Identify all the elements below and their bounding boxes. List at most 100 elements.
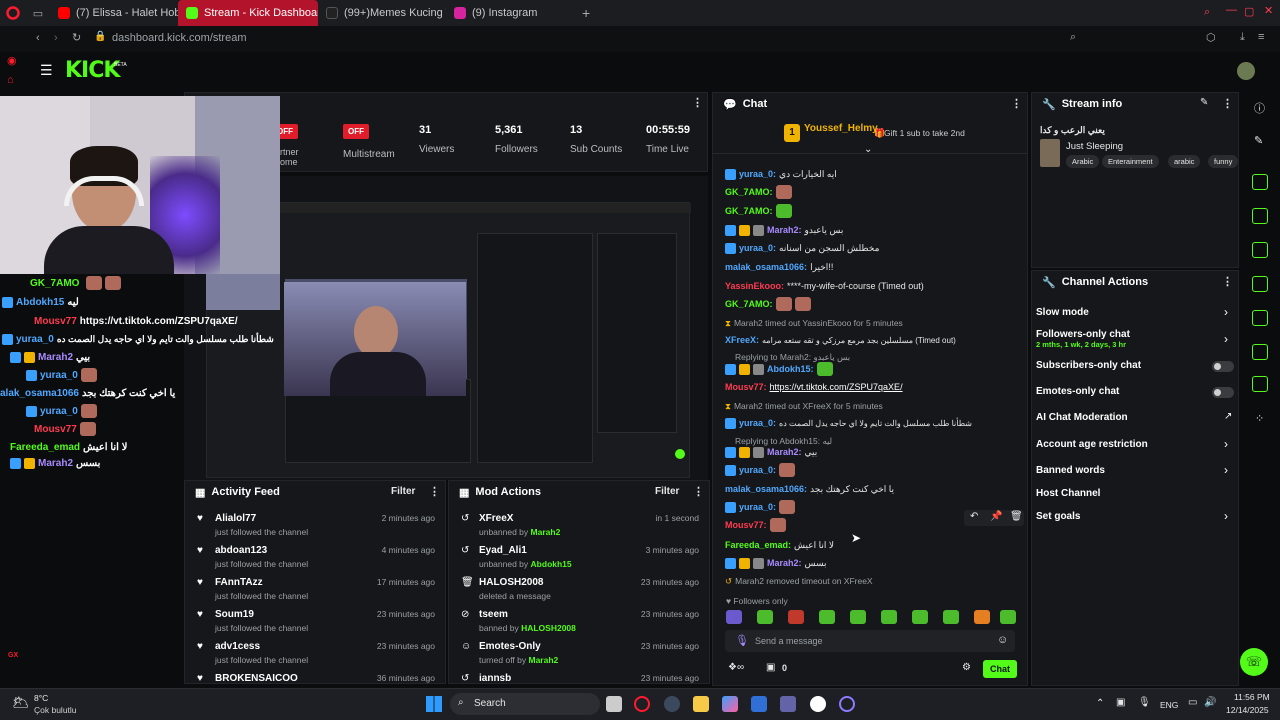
back-icon[interactable]: ‹	[36, 32, 40, 44]
tab-memes[interactable]: (99+)Memes Kucing Terk	[318, 0, 446, 26]
external-link-icon[interactable]: ↗	[1224, 411, 1232, 422]
set-goals-label[interactable]: Set goals	[1036, 511, 1080, 522]
kick-logo[interactable]: KICK	[65, 58, 120, 83]
chevron-right-icon[interactable]: ›	[1224, 332, 1228, 346]
chevron-right-icon[interactable]: ›	[1224, 305, 1228, 319]
rail-bolt-icon[interactable]	[1252, 208, 1268, 224]
tab-overview-icon[interactable]: ▭	[26, 7, 50, 20]
multistream-off-badge[interactable]: OFF	[343, 124, 369, 139]
maximize-icon[interactable]: ▢	[1244, 5, 1254, 18]
mod-more-icon[interactable]: ⋮	[693, 485, 704, 498]
rail-document-icon[interactable]	[1252, 242, 1268, 258]
rail-link-icon[interactable]	[1252, 310, 1268, 326]
info-icon[interactable]: ⓘ	[1254, 100, 1265, 116]
edit-stream-icon[interactable]: ✎	[1200, 97, 1208, 108]
chat-settings-icon[interactable]: ⚙	[962, 662, 971, 673]
reload-icon[interactable]: ↻	[72, 31, 81, 44]
minimize-icon[interactable]: —	[1226, 4, 1237, 16]
stream-info-more-icon[interactable]: ⋮	[1222, 97, 1233, 110]
activity-filter-button[interactable]: Filter	[391, 486, 415, 497]
extensions-icon[interactable]: ⬡	[1206, 31, 1216, 44]
tab-instagram[interactable]: (9) Instagram	[446, 0, 574, 26]
new-tab-icon[interactable]: +	[582, 5, 590, 21]
chat-input[interactable]: 🎙 Send a message ☺	[725, 630, 1015, 652]
language-indicator[interactable]: ENG	[1160, 700, 1178, 710]
network-icon[interactable]: ▭	[1188, 697, 1197, 708]
emote-icon[interactable]	[788, 610, 804, 624]
mic-icon[interactable]: 🎙	[735, 634, 749, 647]
tag-chip[interactable]: Arabic	[1066, 155, 1100, 168]
followers-only-label[interactable]: Followers-only chat	[1036, 329, 1130, 340]
tray-app-icon[interactable]: ▣	[1116, 697, 1125, 708]
close-window-icon[interactable]: ✕	[1264, 4, 1273, 17]
file-explorer-icon[interactable]	[693, 696, 709, 712]
gift-box-icon[interactable]: ▣	[766, 662, 775, 673]
stats-more-icon[interactable]: ⋮	[692, 96, 703, 109]
activity-more-icon[interactable]: ⋮	[429, 485, 440, 498]
emotes-only-label[interactable]: Emotes-only chat	[1036, 386, 1119, 397]
clock-date[interactable]: 12/14/2025	[1226, 705, 1269, 715]
rail-list-icon[interactable]	[1252, 344, 1268, 360]
aria-icon[interactable]: ◉	[7, 54, 17, 67]
account-age-label[interactable]: Account age restriction	[1036, 439, 1148, 450]
pinned-gifter-name[interactable]: Youssef_Helmy	[804, 123, 878, 134]
zoom-icon[interactable]: ⌕	[1070, 31, 1076, 44]
download-icon[interactable]: ⤓	[1240, 31, 1245, 44]
send-chat-button[interactable]: Chat	[983, 660, 1017, 678]
mod-filter-button[interactable]: Filter	[655, 486, 679, 497]
taskbar-search[interactable]: ⌕ Search	[450, 693, 600, 715]
emote-icon[interactable]	[757, 610, 773, 624]
chevron-right-icon[interactable]: ›	[1224, 509, 1228, 523]
emote-icon[interactable]	[974, 610, 990, 624]
music-icon[interactable]	[810, 696, 826, 712]
delete-icon[interactable]: 🗑	[1010, 511, 1023, 522]
gx-corner-icon[interactable]: ⌂	[7, 74, 14, 86]
copilot-icon[interactable]	[722, 696, 738, 712]
reply-icon[interactable]: ↶	[970, 511, 978, 522]
support-chat-button[interactable]: ☏	[1240, 648, 1268, 676]
pin-icon[interactable]: 📌	[990, 511, 1002, 522]
windows-start-icon[interactable]	[426, 696, 442, 712]
emote-icon[interactable]	[912, 610, 928, 624]
search-tabs-icon[interactable]: ⌕	[1204, 6, 1210, 19]
emotes-only-toggle[interactable]	[1212, 387, 1234, 398]
channel-points-icon[interactable]: ❖∞	[728, 662, 744, 673]
ai-moderation-label[interactable]: AI Chat Moderation	[1036, 412, 1128, 423]
tab-kick-dashboard[interactable]: Stream - Kick Dashboard	[178, 0, 318, 26]
tag-chip[interactable]: Enterainment	[1102, 155, 1159, 168]
chevron-right-icon[interactable]: ›	[1224, 437, 1228, 451]
steam-taskbar-icon[interactable]	[664, 696, 680, 712]
menu-icon[interactable]: ≡	[1258, 31, 1264, 43]
volume-icon[interactable]: 🔊	[1204, 697, 1216, 708]
slow-mode-label[interactable]: Slow mode	[1036, 307, 1089, 318]
store-icon[interactable]	[751, 696, 767, 712]
category-name[interactable]: Just Sleeping	[1066, 141, 1123, 152]
channel-actions-more-icon[interactable]: ⋮	[1222, 275, 1233, 288]
hamburger-menu-icon[interactable]: ☰	[40, 62, 53, 79]
app-taskbar-icon[interactable]	[839, 696, 855, 712]
tag-chip[interactable]: funny	[1208, 155, 1239, 168]
rail-chat-icon[interactable]	[1252, 276, 1268, 292]
host-channel-label[interactable]: Host Channel	[1036, 488, 1100, 499]
rail-camera-icon[interactable]	[1252, 174, 1268, 190]
teams-icon[interactable]	[780, 696, 796, 712]
opera-gx-taskbar-icon[interactable]	[634, 696, 650, 712]
collapse-chevron-icon[interactable]: ⌄	[864, 144, 872, 155]
chevron-right-icon[interactable]: ›	[1224, 463, 1228, 477]
url-field[interactable]: dashboard.kick.com/stream	[112, 32, 247, 44]
emote-icon[interactable]	[881, 610, 897, 624]
clock-time[interactable]: 11:56 PM	[1234, 692, 1270, 702]
mic-tray-icon[interactable]: 🎙	[1138, 697, 1151, 708]
subscribers-only-toggle[interactable]	[1212, 361, 1234, 372]
opera-logo-icon[interactable]	[0, 6, 26, 20]
banned-words-label[interactable]: Banned words	[1036, 465, 1105, 476]
chat-more-icon[interactable]: ⋮	[1011, 97, 1022, 110]
emote-icon[interactable]	[850, 610, 866, 624]
rail-more-icon[interactable]: ⁘	[1255, 412, 1264, 425]
subscribers-only-label[interactable]: Subscribers-only chat	[1036, 360, 1141, 371]
emote-icon[interactable]	[819, 610, 835, 624]
weather-icon[interactable]: 🌥	[12, 694, 30, 711]
forward-icon[interactable]: ›	[54, 32, 58, 44]
rail-wrench-icon[interactable]	[1252, 376, 1268, 392]
emoji-picker-icon[interactable]: ☺	[997, 634, 1008, 646]
